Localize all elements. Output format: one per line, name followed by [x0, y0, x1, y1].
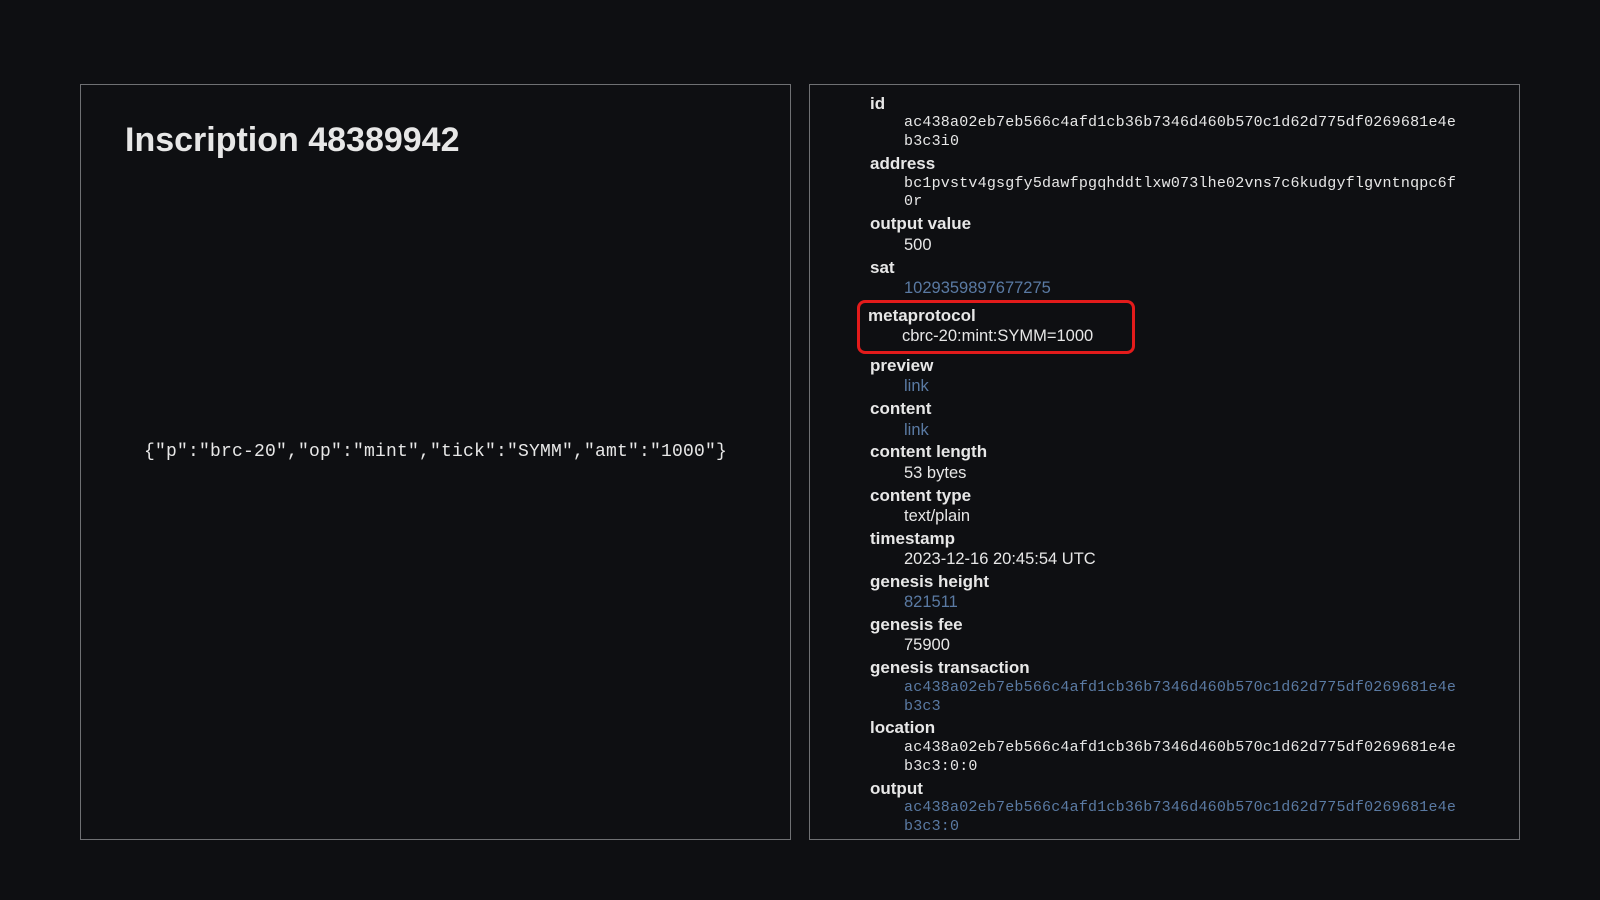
detail-sat: sat 1029359897677275: [870, 257, 1459, 299]
detail-content: content link: [870, 398, 1459, 440]
detail-content-length: content length 53 bytes: [870, 441, 1459, 483]
detail-offset-label: offset: [870, 838, 1459, 840]
detail-output: output ac438a02eb7eb566c4afd1cb36b7346d4…: [870, 778, 1459, 837]
detail-output-label: output: [870, 778, 1459, 799]
detail-location: location ac438a02eb7eb566c4afd1cb36b7346…: [870, 717, 1459, 776]
detail-address: address bc1pvstv4gsgfy5dawfpgqhddtlxw073…: [870, 153, 1459, 212]
detail-metaprotocol-label: metaprotocol: [868, 305, 1122, 326]
detail-content-value[interactable]: link: [870, 420, 1459, 441]
detail-preview: preview link: [870, 355, 1459, 397]
detail-metaprotocol-value: cbrc-20:mint:SYMM=1000: [868, 326, 1122, 347]
detail-genesis-fee-label: genesis fee: [870, 614, 1459, 635]
detail-sat-value[interactable]: 1029359897677275: [870, 278, 1459, 299]
detail-genesis-transaction-label: genesis transaction: [870, 657, 1459, 678]
detail-id-label: id: [870, 93, 1459, 114]
highlight-box: metaprotocol cbrc-20:mint:SYMM=1000: [857, 300, 1135, 354]
detail-address-label: address: [870, 153, 1459, 174]
detail-id: id ac438a02eb7eb566c4afd1cb36b7346d460b5…: [870, 93, 1459, 152]
detail-content-length-label: content length: [870, 441, 1459, 462]
detail-address-value: bc1pvstv4gsgfy5dawfpgqhddtlxw073lhe02vns…: [870, 175, 1459, 213]
detail-preview-label: preview: [870, 355, 1459, 376]
detail-metaprotocol: metaprotocol cbrc-20:mint:SYMM=1000: [870, 300, 1459, 354]
detail-genesis-fee-value: 75900: [870, 635, 1459, 656]
detail-content-label: content: [870, 398, 1459, 419]
detail-genesis-transaction-value[interactable]: ac438a02eb7eb566c4afd1cb36b7346d460b570c…: [870, 679, 1459, 717]
detail-id-value: ac438a02eb7eb566c4afd1cb36b7346d460b570c…: [870, 114, 1459, 152]
inscription-content-panel: Inscription 48389942 {"p":"brc-20","op":…: [80, 84, 791, 840]
detail-list: id ac438a02eb7eb566c4afd1cb36b7346d460b5…: [870, 93, 1459, 840]
detail-sat-label: sat: [870, 257, 1459, 278]
detail-offset: offset 0: [870, 838, 1459, 840]
detail-genesis-height: genesis height 821511: [870, 571, 1459, 613]
detail-genesis-height-value[interactable]: 821511: [870, 592, 1459, 613]
inscription-details-panel: id ac438a02eb7eb566c4afd1cb36b7346d460b5…: [809, 84, 1520, 840]
detail-content-length-value: 53 bytes: [870, 463, 1459, 484]
detail-preview-value[interactable]: link: [870, 376, 1459, 397]
detail-content-type-value: text/plain: [870, 506, 1459, 527]
inscription-content: {"p":"brc-20","op":"mint","tick":"SYMM",…: [125, 100, 746, 803]
detail-genesis-transaction: genesis transaction ac438a02eb7eb566c4af…: [870, 657, 1459, 716]
detail-output-value: output value 500: [870, 213, 1459, 255]
detail-location-label: location: [870, 717, 1459, 738]
detail-content-type: content type text/plain: [870, 485, 1459, 527]
detail-timestamp-label: timestamp: [870, 528, 1459, 549]
detail-output-value-link[interactable]: ac438a02eb7eb566c4afd1cb36b7346d460b570c…: [870, 799, 1459, 837]
detail-content-type-label: content type: [870, 485, 1459, 506]
detail-location-value: ac438a02eb7eb566c4afd1cb36b7346d460b570c…: [870, 739, 1459, 777]
detail-output-value-label: output value: [870, 213, 1459, 234]
detail-genesis-fee: genesis fee 75900: [870, 614, 1459, 656]
detail-timestamp-value: 2023-12-16 20:45:54 UTC: [870, 549, 1459, 570]
detail-timestamp: timestamp 2023-12-16 20:45:54 UTC: [870, 528, 1459, 570]
detail-genesis-height-label: genesis height: [870, 571, 1459, 592]
detail-output-value-value: 500: [870, 235, 1459, 256]
